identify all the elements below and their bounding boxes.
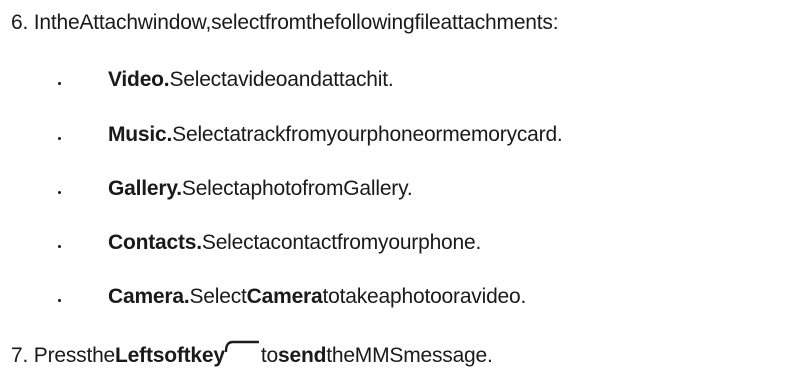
step-7-post: theMMSmessage. bbox=[326, 344, 493, 367]
list-item-description-bold: Camera bbox=[246, 285, 323, 308]
list-item-term: Camera. bbox=[108, 285, 190, 308]
list-item-description: Selectavideoandattachit. bbox=[169, 68, 394, 91]
list-item-description-post: totakeaphotooravideo. bbox=[322, 285, 527, 308]
bullet-icon bbox=[58, 245, 61, 248]
list-item-term: Video. bbox=[108, 68, 170, 91]
left-softkey-icon bbox=[224, 340, 259, 352]
list-item-text: Camera.SelectCameratotakeaphotooravideo. bbox=[108, 284, 526, 310]
list-item-text: Contacts.Selectacontactfromyourphone. bbox=[108, 230, 481, 256]
bullet-icon bbox=[58, 191, 61, 194]
step-6-text: IntheAttachwindow,selectfromthefollowing… bbox=[33, 11, 559, 34]
bullet-icon bbox=[58, 299, 61, 302]
step-6: 6. IntheAttachwindow,selectfromthefollow… bbox=[11, 10, 559, 36]
step-7-mid: to bbox=[260, 344, 278, 367]
list-item-term: Music. bbox=[108, 123, 173, 146]
list-item-text: Gallery.SelectaphotofromGallery. bbox=[108, 176, 413, 202]
list-item-description: Selectacontactfromyourphone. bbox=[201, 231, 482, 254]
step-7-number: 7. bbox=[11, 344, 29, 367]
step-7-pre: Pressthe bbox=[33, 344, 116, 367]
list-item-term: Gallery. bbox=[108, 177, 182, 200]
list-item-text: Video.Selectavideoandattachit. bbox=[108, 67, 394, 93]
list-item-term: Contacts. bbox=[108, 231, 202, 254]
list-item-text: Music.Selectatrackfromyourphoneormemoryc… bbox=[108, 122, 563, 148]
list-item-description: Selectatrackfromyourphoneormemorycard. bbox=[172, 123, 563, 146]
step-7-bold-2: send bbox=[278, 344, 327, 367]
bullet-icon bbox=[58, 137, 61, 140]
bullet-icon bbox=[58, 82, 61, 85]
step-7: 7. PresstheLeftsoftkey tosendtheMMSmessag… bbox=[11, 340, 493, 369]
list-item-description-pre: Select bbox=[189, 285, 247, 308]
list-item-description: SelectaphotofromGallery. bbox=[181, 177, 413, 200]
document-page: 6. IntheAttachwindow,selectfromthefollow… bbox=[0, 0, 791, 385]
step-7-bold-1: Leftsoftkey bbox=[115, 344, 225, 367]
step-6-number: 6. bbox=[11, 11, 29, 34]
